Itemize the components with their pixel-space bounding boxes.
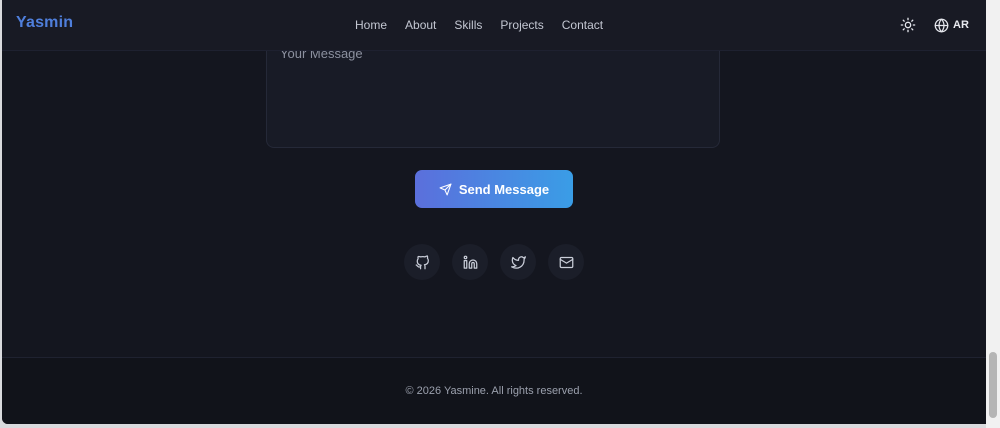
language-label: AR [953,19,969,31]
twitter-icon [510,255,526,269]
language-toggle-button[interactable]: AR [934,17,969,33]
nav-skills[interactable]: Skills [454,18,482,32]
twitter-link[interactable] [500,244,536,280]
theme-toggle-button[interactable] [900,17,916,33]
social-links [404,244,596,280]
linkedin-link[interactable] [452,244,488,280]
nav-links: Home About Skills Projects Contact [355,18,621,32]
page-scrollbar[interactable] [986,0,1000,428]
nav-home[interactable]: Home [355,18,387,32]
github-icon [415,254,429,269]
globe-icon [934,18,949,32]
navbar: Yasmin Home About Skills Projects Contac… [2,0,986,51]
message-input[interactable] [266,36,720,148]
page: Send Message © 2026 Yasmine. All rights … [2,0,986,424]
copyright-text: © 2026 Yasmine. All rights reserved. [405,385,583,397]
send-message-button[interactable]: Send Message [415,170,573,208]
scrollbar-thumb[interactable] [989,352,997,418]
sun-icon [900,17,916,33]
nav-contact[interactable]: Contact [562,18,603,32]
github-link[interactable] [404,244,440,280]
brand-logo[interactable]: Yasmin [16,14,73,32]
nav-projects[interactable]: Projects [500,18,543,32]
send-message-label: Send Message [458,181,550,197]
footer: © 2026 Yasmine. All rights reserved. [2,357,986,424]
send-icon [439,183,452,195]
mail-icon [559,256,573,268]
email-link[interactable] [548,244,584,280]
linkedin-icon [463,255,477,269]
nav-about[interactable]: About [405,18,436,32]
